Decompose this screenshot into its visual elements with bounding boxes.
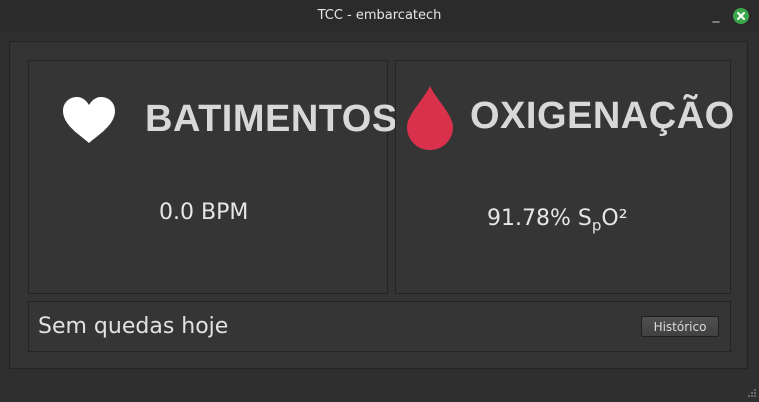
oxygen-value-end: O² — [601, 206, 628, 231]
heart-rate-heading: BATIMENTOS — [145, 98, 398, 140]
title-bar: TCC - embarcatech _ — [0, 0, 759, 32]
heart-rate-value: 0.0 BPM — [159, 200, 249, 225]
window-title: TCC - embarcatech — [317, 8, 442, 23]
fall-status-text: Sem quedas hoje — [38, 314, 229, 339]
close-icon — [737, 12, 745, 20]
oxygen-value-main: 91.78% S — [487, 206, 592, 231]
resize-grip-icon[interactable] — [745, 388, 757, 400]
blood-drop-icon — [407, 86, 453, 150]
oxygen-value-sub: p — [591, 216, 602, 235]
minimize-button[interactable]: _ — [709, 6, 723, 24]
history-button[interactable]: Histórico — [641, 316, 719, 337]
oxygen-value: 91.78% SpO² — [487, 206, 628, 234]
heart-icon — [63, 97, 115, 143]
close-button[interactable] — [733, 8, 749, 24]
oxygen-heading: OXIGENAÇÃO — [470, 95, 735, 137]
